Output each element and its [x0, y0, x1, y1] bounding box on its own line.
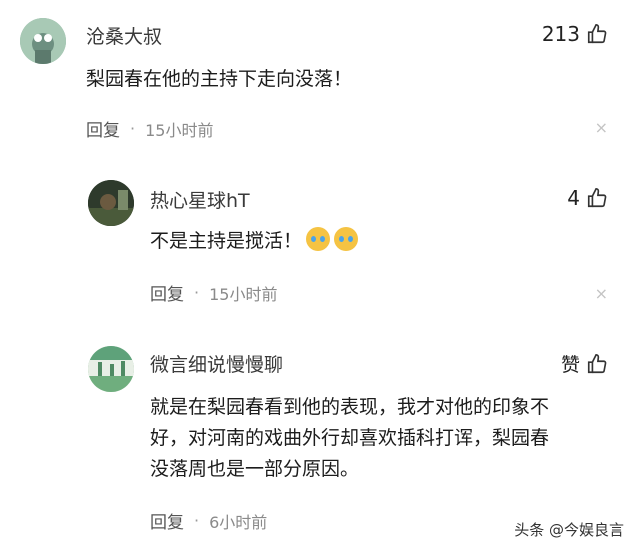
like-button[interactable]: 赞	[561, 350, 608, 377]
like-count: 213	[541, 22, 580, 46]
separator-dot: ·	[194, 511, 200, 530]
comment-2: 热心星球hT 4 不是主持是搅活！ 回复 · 15小时前 ×	[0, 160, 640, 330]
like-button[interactable]: 213	[542, 22, 608, 46]
comment-meta: 回复 · 6小时前	[150, 508, 267, 533]
comment-text: 不是主持是搅活！	[150, 226, 359, 257]
like-count: 4	[567, 186, 580, 210]
thumbs-up-icon	[587, 188, 607, 208]
username[interactable]: 沧桑大叔	[86, 22, 162, 49]
username[interactable]: 热心星球hT	[150, 186, 250, 213]
comment-text-body: 不是主持是搅活！	[150, 230, 303, 252]
separator-dot: ·	[194, 283, 200, 302]
username[interactable]: 微言细说慢慢聊	[150, 350, 283, 377]
comment-text-line: 就是在梨园春看到他的表现，我才对他的印象不	[150, 396, 550, 418]
comment-text-line: 好，对河南的戏曲外行却喜欢插科打诨，梨园春	[150, 427, 550, 449]
timestamp: 15小时前	[209, 284, 278, 304]
comment-text: 就是在梨园春看到他的表现，我才对他的印象不 好，对河南的戏曲外行却喜欢插科打诨，…	[150, 392, 620, 485]
comment-1: 沧桑大叔 213 梨园春在他的主持下走向没落！ 回复 · 15小时前 ×	[0, 0, 640, 160]
comment-text-line: 没落周也是一部分原因。	[150, 458, 360, 480]
reply-button[interactable]: 回复	[150, 280, 184, 305]
crying-face-icon	[306, 227, 331, 251]
timestamp: 15小时前	[145, 120, 214, 140]
like-label: 赞	[560, 354, 580, 376]
like-button[interactable]: 4	[567, 186, 608, 210]
avatar[interactable]	[88, 346, 134, 392]
avatar[interactable]	[88, 180, 134, 226]
reply-button[interactable]: 回复	[150, 508, 184, 533]
comment-text: 梨园春在他的主持下走向没落！	[86, 68, 353, 90]
thumbs-up-icon	[587, 353, 607, 373]
close-icon[interactable]: ×	[595, 284, 608, 303]
reply-button[interactable]: 回复	[86, 116, 120, 141]
close-icon[interactable]: ×	[595, 118, 608, 137]
separator-dot: ·	[130, 119, 136, 138]
comment-meta: 回复 · 15小时前	[86, 116, 213, 141]
watermark: 头条 @今娱良言	[514, 521, 624, 539]
comment-meta: 回复 · 15小时前	[150, 280, 277, 305]
timestamp: 6小时前	[209, 512, 268, 532]
avatar[interactable]	[20, 18, 66, 64]
crying-face-icon	[334, 227, 359, 251]
thumbs-up-icon	[587, 24, 607, 44]
